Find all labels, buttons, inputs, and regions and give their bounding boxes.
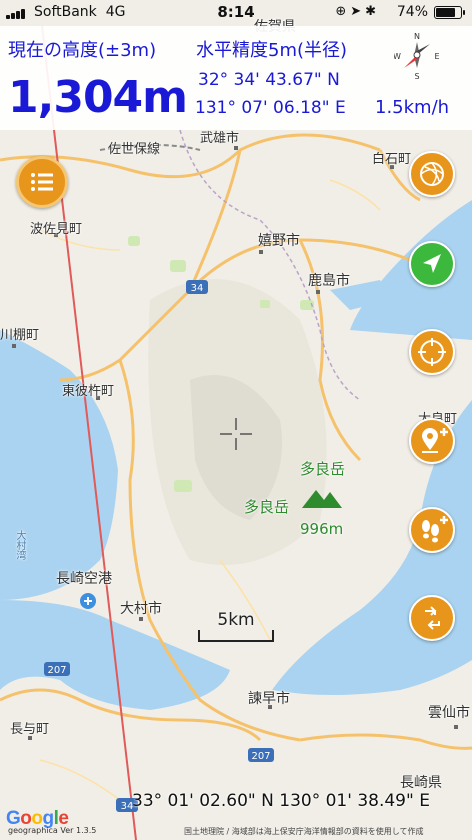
route-icon [425, 606, 440, 630]
place-label-shiroishi: 白石町 [372, 152, 412, 167]
speed-value: 1.5km/h [375, 97, 450, 118]
route-shield-34: 34 [191, 283, 204, 294]
status-icons: ⊕➤✱ [335, 4, 380, 19]
longitude-value: 131° 07' 06.18" E [195, 98, 346, 118]
swirl-icon [420, 162, 444, 186]
footprints-add-button[interactable] [409, 507, 455, 553]
add-pin-button[interactable] [409, 418, 455, 464]
target-button[interactable] [409, 329, 455, 375]
sea-label-omura-bay: 大村湾 [14, 530, 25, 560]
status-bar: SoftBank 4G 8:14 ⊕➤✱ 74% [0, 0, 472, 26]
svg-text:207: 207 [251, 751, 270, 762]
add-pin-icon [422, 428, 448, 453]
peak-label-2: 多良岳 [244, 498, 290, 516]
footprints-add-icon [422, 516, 448, 543]
menu-button[interactable] [16, 156, 68, 208]
svg-text:207: 207 [47, 665, 66, 676]
scale-bar: 5km [198, 610, 274, 646]
place-label-isahaya: 諫早市 [248, 691, 290, 707]
peak-label-1: 多良岳 [300, 460, 346, 478]
scale-ruler [198, 630, 274, 642]
swirl-button[interactable] [409, 151, 455, 197]
svg-text:S: S [414, 72, 419, 80]
svg-text:N: N [414, 32, 420, 41]
crosshair-icon [220, 418, 252, 450]
peak-elevation: 996m [300, 520, 344, 538]
target-icon [418, 338, 446, 366]
cursor-coordinate: 33° 01' 02.60" N 130° 01' 38.49" E [132, 791, 430, 811]
place-label-ureshino: 嬉野市 [258, 233, 300, 249]
place-label-kawatana: 川棚町 [0, 328, 40, 343]
place-label-hasami: 波佐見町 [30, 222, 83, 237]
svg-text:W: W [394, 52, 401, 61]
menu-icon [31, 173, 53, 191]
place-label-kashima: 鹿島市 [308, 273, 350, 289]
place-label-airport: 長崎空港 [56, 571, 112, 587]
mountain-icon[interactable] [300, 486, 344, 510]
map-attribution: 国土地理院 / 海域部は海上保安庁海洋情報部の資料を使用して作成 [184, 827, 424, 836]
prefecture-label-nagasaki: 長崎県 [400, 775, 442, 791]
altitude-value: 1,304m [8, 72, 188, 123]
app-version: geographica Ver 1.3.5 [8, 826, 97, 835]
place-label-higashisonogi: 東彼杵町 [62, 384, 115, 399]
place-label-nagayo: 長与町 [10, 722, 50, 737]
accuracy-label: 水平精度5m(半径) [196, 40, 348, 61]
navigation-button[interactable] [409, 241, 455, 287]
battery-icon [434, 6, 465, 19]
route-button[interactable] [409, 595, 455, 641]
scale-label: 5km [217, 610, 255, 630]
altitude-label: 現在の高度(±3m) [8, 40, 157, 61]
compass-icon[interactable]: N S E W [394, 30, 440, 80]
navigation-arrow-icon [423, 254, 441, 273]
battery-percent: 74% [396, 4, 428, 20]
place-label-unzen: 雲仙市 [428, 705, 470, 721]
info-header: 現在の高度(±3m) 水平精度5m(半径) 1,304m 32° 34' 43.… [0, 26, 472, 130]
rail-label-sasebo: 佐世保線 [108, 142, 161, 157]
place-label-omura: 大村市 [120, 601, 162, 617]
svg-text:E: E [434, 52, 439, 61]
latitude-value: 32° 34' 43.67" N [198, 70, 340, 90]
